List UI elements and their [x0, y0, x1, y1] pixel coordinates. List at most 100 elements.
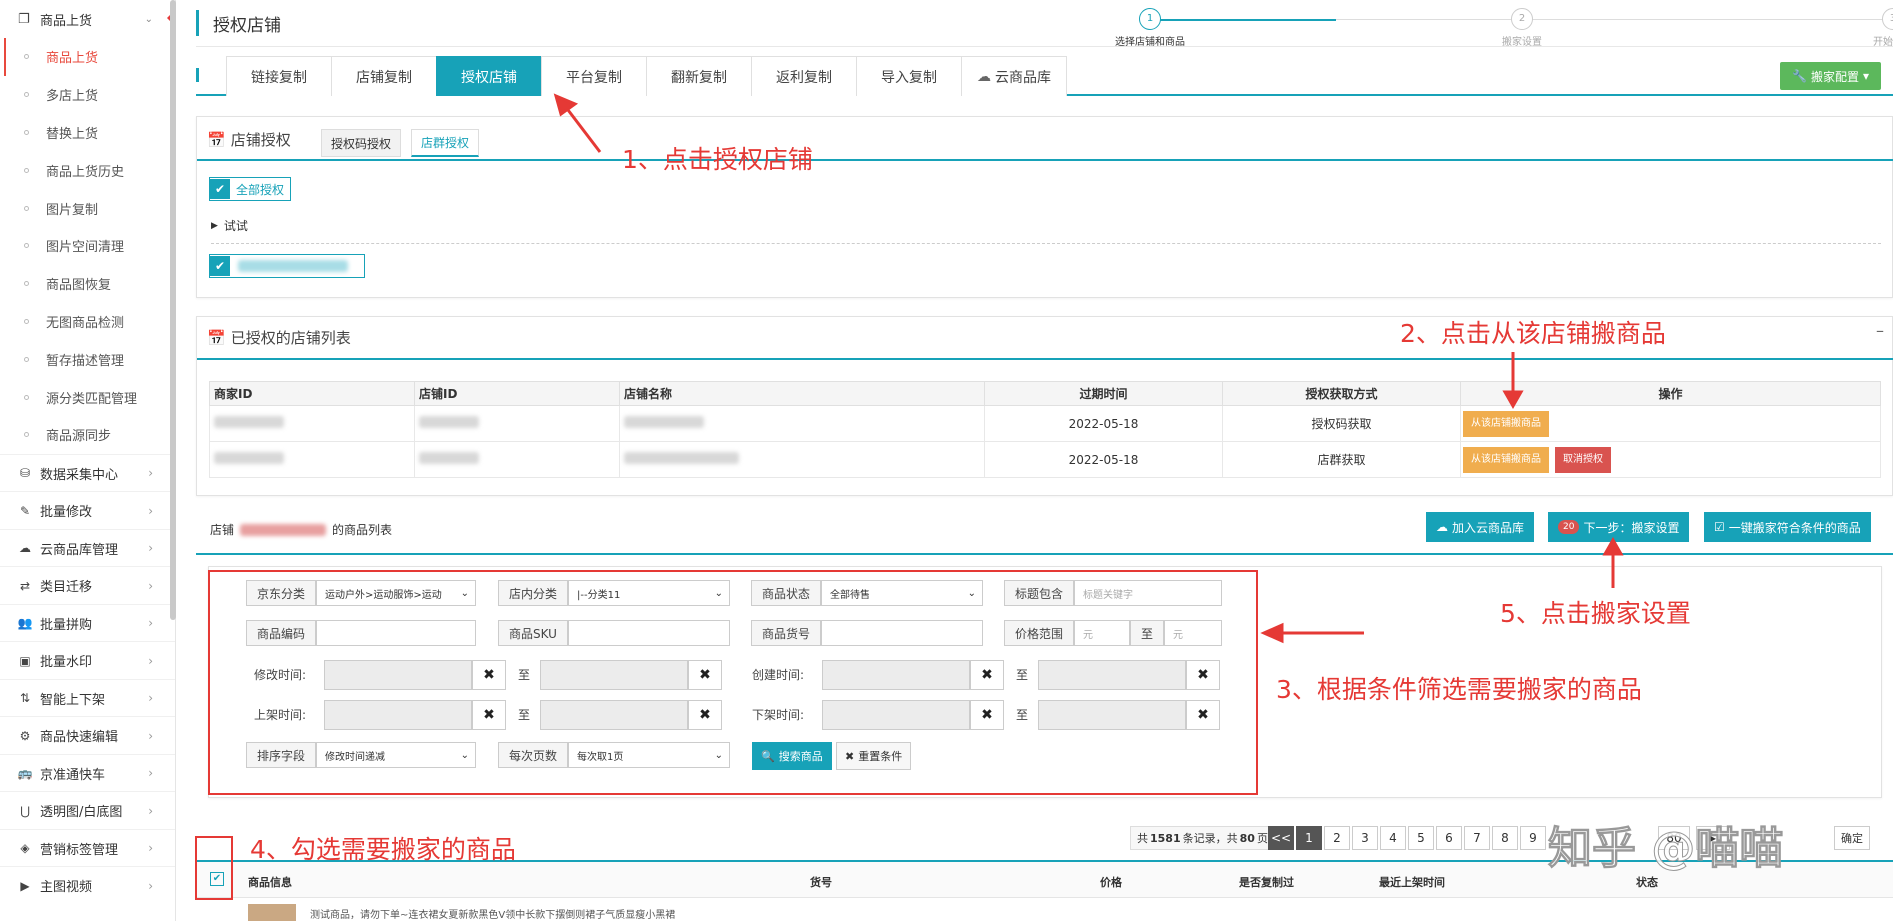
- sidebar-group-item[interactable]: 👥 批量拼购 ›: [0, 603, 175, 642]
- sidebar-subitem-label: 商品上货: [46, 51, 99, 67]
- sidebar-group-item[interactable]: ✎ 批量修改 ›: [0, 491, 175, 529]
- sidebar-subitem[interactable]: 暂存描述管理: [4, 340, 175, 378]
- redacted-store-name: [240, 523, 327, 536]
- store-id-cell: [414, 405, 620, 442]
- button-label: 搬家配置: [1810, 69, 1859, 84]
- cancel-auth-button[interactable]: 取消授权: [1555, 446, 1611, 473]
- sidebar-item-goods-upload[interactable]: ❐ 商品上货 ⌄: [0, 0, 175, 38]
- page-2[interactable]: 2: [1324, 826, 1350, 850]
- sidebar-subitem[interactable]: 图片空间清理: [4, 227, 175, 265]
- page-7[interactable]: 7: [1464, 826, 1490, 850]
- summary-text: 共: [1137, 832, 1148, 845]
- page-1[interactable]: 1: [1296, 826, 1322, 850]
- button-label: 加入云商品库: [1452, 520, 1525, 535]
- goods-list-prefix: 店铺: [210, 523, 235, 537]
- check-icon: ✔: [210, 256, 230, 276]
- exchange-icon: ⇄: [19, 578, 31, 593]
- goods-divider: [196, 553, 1893, 555]
- redacted-store-name: [238, 260, 348, 272]
- sidebar-subitem[interactable]: 商品源同步: [4, 416, 175, 454]
- sidebar-group-item[interactable]: ⇅ 智能上下架 ›: [0, 678, 175, 717]
- sidebar-subitem[interactable]: 多店上货: [4, 76, 175, 114]
- panel-divider: [197, 159, 1893, 161]
- sidebar-subitem[interactable]: 替换上货: [4, 114, 175, 152]
- sidebar-subitem[interactable]: 商品图恢复: [4, 265, 175, 303]
- sidebar-group-item[interactable]: ▶ 主图视频 ›: [0, 866, 175, 904]
- col-product-info: 商品信息: [248, 876, 292, 889]
- cloud-icon: ☁: [19, 541, 31, 556]
- tab-link-copy[interactable]: 链接复制: [226, 56, 332, 96]
- tab-renew-copy[interactable]: 翻新复制: [646, 56, 752, 96]
- col-actions: 操作: [1460, 381, 1881, 406]
- tab-store-copy[interactable]: 店铺复制: [331, 56, 437, 96]
- sidebar-group-item[interactable]: ⋃ 透明图/白底图 ›: [0, 791, 175, 829]
- next-step-button[interactable]: 20 下一步：搬家设置: [1548, 512, 1690, 542]
- chevron-right-icon: ›: [148, 803, 153, 818]
- bullet-icon: [24, 281, 29, 287]
- tab-group-auth[interactable]: 店群授权: [411, 129, 480, 157]
- tab-authorized-store[interactable]: 授权店铺: [436, 56, 542, 96]
- all-auth-checkbox[interactable]: ✔ 全部授权: [209, 177, 292, 201]
- store-auth-panel: 📅 店铺授权 授权码授权 店群授权 ✔ 全部授权 ▶ 试试 ✔: [196, 116, 1893, 298]
- move-config-button[interactable]: 🔧 搬家配置 ▾: [1780, 62, 1881, 90]
- sidebar-subitem[interactable]: 图片复制: [4, 189, 175, 227]
- sidebar-group-item[interactable]: ◈ 营销标签管理 ›: [0, 828, 175, 867]
- tab-code-auth[interactable]: 授权码授权: [321, 129, 402, 157]
- divider: [196, 46, 1893, 47]
- one-key-move-button[interactable]: ☑ 一键搬家符合条件的商品: [1704, 512, 1871, 542]
- sidebar-subitem[interactable]: 商品上货历史: [4, 151, 175, 189]
- prev-page-button[interactable]: <<: [1268, 826, 1294, 850]
- sidebar-subitem[interactable]: 商品上货: [4, 38, 175, 76]
- button-label: 下一步：搬家设置: [1583, 520, 1680, 535]
- collapse-button[interactable]: –: [1876, 321, 1884, 340]
- col-price: 价格: [1100, 876, 1122, 889]
- sidebar-group-item[interactable]: ⛁ 数据采集中心 ›: [0, 453, 175, 492]
- sidebar-group-item[interactable]: ⚙ 商品快速编辑 ›: [0, 716, 175, 754]
- bullet-icon: [24, 394, 29, 400]
- page-3[interactable]: 3: [1352, 826, 1378, 850]
- move-from-store-button[interactable]: 从该店铺搬商品: [1463, 410, 1549, 437]
- sidebar-subitem[interactable]: 源分类匹配管理: [4, 378, 175, 416]
- annotation-step-2: 2、点击从该店铺搬商品: [1400, 319, 1666, 348]
- total-count: 1581: [1150, 831, 1181, 845]
- dashed-divider: [211, 243, 1881, 244]
- page-8[interactable]: 8: [1492, 826, 1518, 850]
- filter-highlight-box: [208, 570, 1258, 795]
- sidebar-group-item[interactable]: ▣ 批量水印 ›: [0, 641, 175, 679]
- tab-rebate-copy[interactable]: 返利复制: [751, 56, 857, 96]
- page-6[interactable]: 6: [1436, 826, 1462, 850]
- redacted: [419, 452, 479, 464]
- add-to-cloud-button[interactable]: ☁ 加入云商品库: [1426, 512, 1535, 542]
- sidebar-subitem[interactable]: 无图商品检测: [4, 303, 175, 341]
- sidebar-group-item[interactable]: ⇄ 类目迁移 ›: [0, 566, 175, 604]
- page-5[interactable]: 5: [1408, 826, 1434, 850]
- sidebar-group-item[interactable]: ☁ 云商品库管理 ›: [0, 528, 175, 567]
- move-from-store-button[interactable]: 从该店铺搬商品: [1463, 446, 1549, 473]
- table-row: 2022-05-18 授权码获取 从该店铺搬商品: [209, 405, 1881, 442]
- tab-import-copy[interactable]: 导入复制: [856, 56, 962, 96]
- redacted: [624, 416, 704, 428]
- tab-cloud-library[interactable]: ☁ 云商品库: [961, 56, 1067, 96]
- page-go-button[interactable]: 确定: [1834, 826, 1870, 850]
- tree-node[interactable]: ▶ 试试: [211, 217, 248, 234]
- image-icon: ▣: [19, 653, 31, 668]
- bullet-icon: [24, 167, 29, 173]
- sidebar-scrollbar[interactable]: [170, 0, 176, 620]
- store-name-cell: [619, 441, 985, 478]
- sidebar-group-label: 批量拼购: [40, 617, 93, 633]
- panel-divider: [197, 358, 1893, 360]
- magnet-icon: ⋃: [20, 803, 30, 818]
- page-4[interactable]: 4: [1380, 826, 1406, 850]
- product-title[interactable]: 测试商品，请勿下单~连衣裙女夏新款黑色V领中长款下摆倒则裙子气质显瘦小黑裙: [310, 906, 675, 921]
- redacted: [419, 416, 479, 428]
- sidebar-groups: ⛁ 数据采集中心 › ✎ 批量修改 › ☁ 云商品库管理 › ⇄ 类目迁移 › 👥 批量拼购 › ▣ 批量水印 ›…: [0, 453, 175, 904]
- sidebar-group-item[interactable]: 🚌 京准通快车 ›: [0, 753, 175, 792]
- tab-platform-copy[interactable]: 平台复制: [541, 56, 647, 96]
- panel-title-text: 店铺授权: [230, 131, 291, 149]
- col-merchant-id: 商家ID: [209, 381, 415, 406]
- page-9[interactable]: 9: [1520, 826, 1546, 850]
- store-table: 商家ID 店铺ID 店铺名称 过期时间 授权获取方式 操作 2022-05-18…: [209, 381, 1881, 478]
- store-checkbox[interactable]: ✔: [209, 254, 365, 278]
- annotation-step-5: 5、点击搬家设置: [1500, 599, 1691, 628]
- sidebar-subitem-label: 商品源同步: [46, 429, 112, 445]
